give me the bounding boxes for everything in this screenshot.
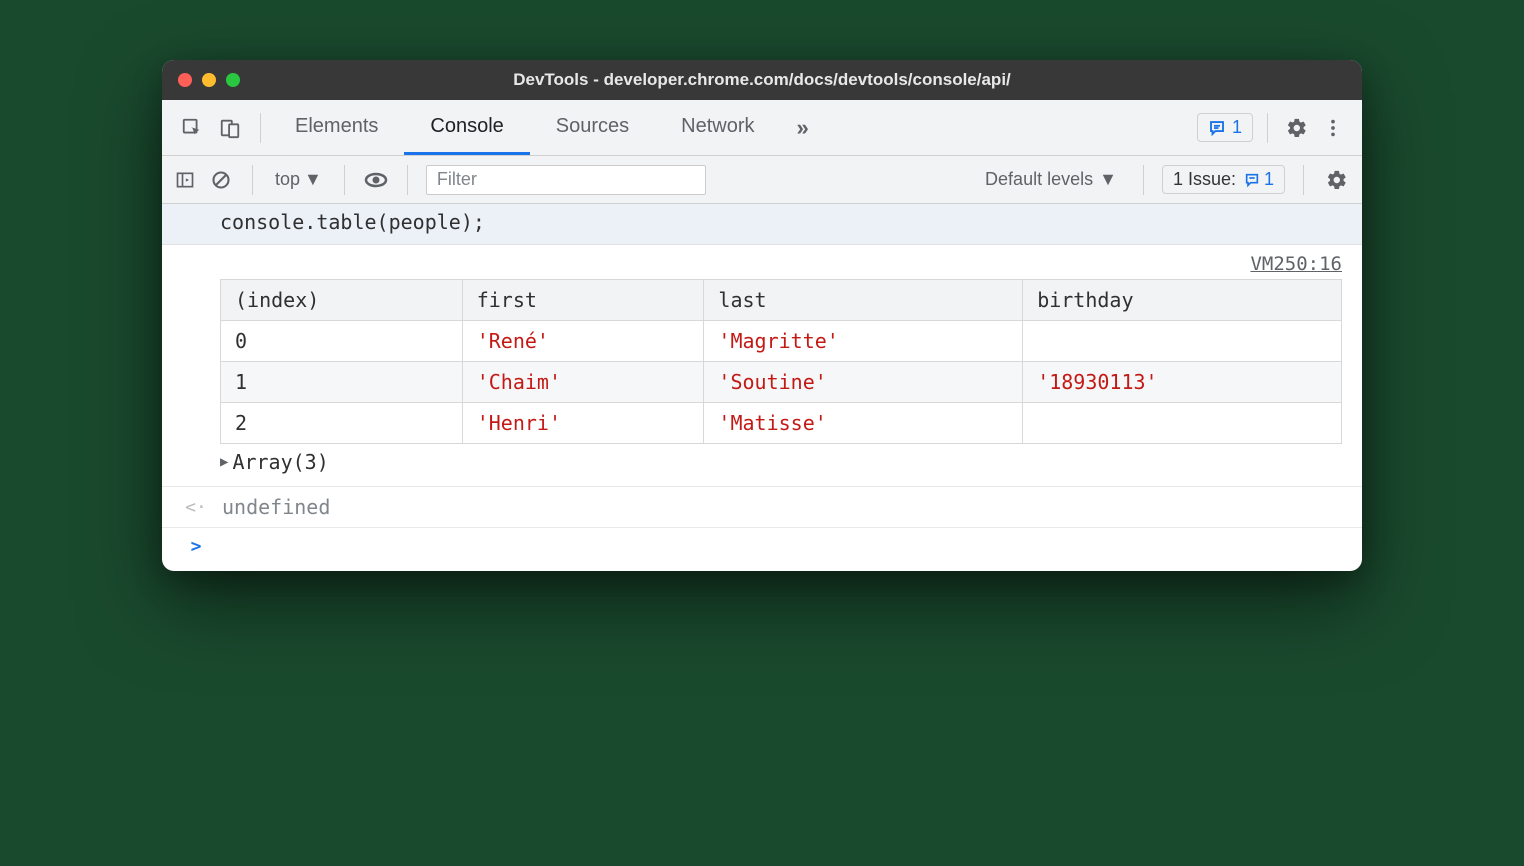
return-value: undefined bbox=[222, 495, 330, 519]
console-filter-bar: top ▼ Default levels ▼ 1 Issue: 1 bbox=[162, 156, 1362, 204]
col-last[interactable]: last bbox=[704, 280, 1023, 321]
table-row[interactable]: 2 'Henri' 'Matisse' bbox=[221, 403, 1342, 444]
sidebar-toggle-icon[interactable] bbox=[172, 167, 198, 193]
cell-index: 0 bbox=[221, 321, 463, 362]
table-header-row: (index) first last birthday bbox=[221, 280, 1342, 321]
source-link[interactable]: VM250:16 bbox=[220, 253, 1342, 279]
col-index[interactable]: (index) bbox=[221, 280, 463, 321]
col-birthday[interactable]: birthday bbox=[1023, 280, 1342, 321]
cell-index: 2 bbox=[221, 403, 463, 444]
close-button[interactable] bbox=[178, 73, 192, 87]
cell-last: 'Magritte' bbox=[704, 321, 1023, 362]
cell-last: 'Soutine' bbox=[704, 362, 1023, 403]
cell-first: 'Henri' bbox=[462, 403, 704, 444]
table-row[interactable]: 1 'Chaim' 'Soutine' '18930113' bbox=[221, 362, 1342, 403]
separator bbox=[252, 165, 253, 195]
separator bbox=[1143, 165, 1144, 195]
log-levels-picker[interactable]: Default levels ▼ bbox=[977, 169, 1125, 190]
cell-birthday bbox=[1023, 321, 1342, 362]
expander-label: Array(3) bbox=[232, 450, 328, 474]
col-first[interactable]: first bbox=[462, 280, 704, 321]
cell-birthday: '18930113' bbox=[1023, 362, 1342, 403]
window-title: DevTools - developer.chrome.com/docs/dev… bbox=[162, 70, 1362, 90]
console-body: console.table(people); VM250:16 (index) … bbox=[162, 204, 1362, 571]
levels-label: Default levels bbox=[985, 169, 1093, 190]
console-prompt[interactable]: > bbox=[162, 528, 1362, 571]
console-settings-icon[interactable] bbox=[1322, 165, 1352, 195]
separator bbox=[1303, 165, 1304, 195]
chevron-down-icon: ▼ bbox=[304, 169, 322, 190]
settings-icon[interactable] bbox=[1282, 113, 1312, 143]
traffic-lights bbox=[178, 73, 240, 87]
cell-last: 'Matisse' bbox=[704, 403, 1023, 444]
cell-index: 1 bbox=[221, 362, 463, 403]
devtools-window: DevTools - developer.chrome.com/docs/dev… bbox=[162, 60, 1362, 571]
clear-console-icon[interactable] bbox=[208, 167, 234, 193]
filter-input[interactable] bbox=[426, 165, 706, 195]
array-expander[interactable]: ▶ Array(3) bbox=[220, 444, 1342, 474]
separator bbox=[407, 165, 408, 195]
titlebar: DevTools - developer.chrome.com/docs/dev… bbox=[162, 60, 1362, 100]
separator bbox=[1267, 113, 1268, 143]
prompt-chevron-icon: > bbox=[182, 536, 210, 557]
more-tabs-button[interactable]: » bbox=[781, 100, 825, 155]
issue-count: 1 bbox=[1264, 169, 1274, 190]
console-table: (index) first last birthday 0 'René' 'Ma… bbox=[220, 279, 1342, 444]
separator bbox=[344, 165, 345, 195]
cell-birthday bbox=[1023, 403, 1342, 444]
main-tabs-bar: Elements Console Sources Network » 1 bbox=[162, 100, 1362, 156]
issue-label: 1 Issue: bbox=[1173, 169, 1236, 190]
panel-tabs: Elements Console Sources Network » bbox=[269, 100, 1191, 155]
console-output: VM250:16 (index) first last birthday 0 '… bbox=[162, 245, 1362, 487]
tab-elements[interactable]: Elements bbox=[269, 100, 404, 155]
device-toggle-icon[interactable] bbox=[218, 116, 242, 140]
context-picker[interactable]: top ▼ bbox=[271, 169, 326, 190]
console-input-echo: console.table(people); bbox=[162, 204, 1362, 245]
chevron-down-icon: ▼ bbox=[1099, 169, 1117, 190]
tab-network[interactable]: Network bbox=[655, 100, 780, 155]
issues-count: 1 bbox=[1232, 117, 1242, 138]
issues-badge[interactable]: 1 bbox=[1197, 113, 1253, 142]
tab-sources[interactable]: Sources bbox=[530, 100, 655, 155]
separator bbox=[260, 113, 261, 143]
triangle-right-icon: ▶ bbox=[220, 454, 228, 470]
live-expression-icon[interactable] bbox=[363, 167, 389, 193]
minimize-button[interactable] bbox=[202, 73, 216, 87]
issues-box[interactable]: 1 Issue: 1 bbox=[1162, 165, 1285, 194]
return-line: <· undefined bbox=[162, 487, 1362, 528]
return-arrow-icon: <· bbox=[182, 497, 210, 518]
zoom-button[interactable] bbox=[226, 73, 240, 87]
cell-first: 'René' bbox=[462, 321, 704, 362]
kebab-menu-icon[interactable] bbox=[1318, 113, 1348, 143]
tab-console[interactable]: Console bbox=[404, 100, 529, 155]
cell-first: 'Chaim' bbox=[462, 362, 704, 403]
table-row[interactable]: 0 'René' 'Magritte' bbox=[221, 321, 1342, 362]
inspect-icon[interactable] bbox=[180, 116, 204, 140]
context-label: top bbox=[275, 169, 300, 190]
